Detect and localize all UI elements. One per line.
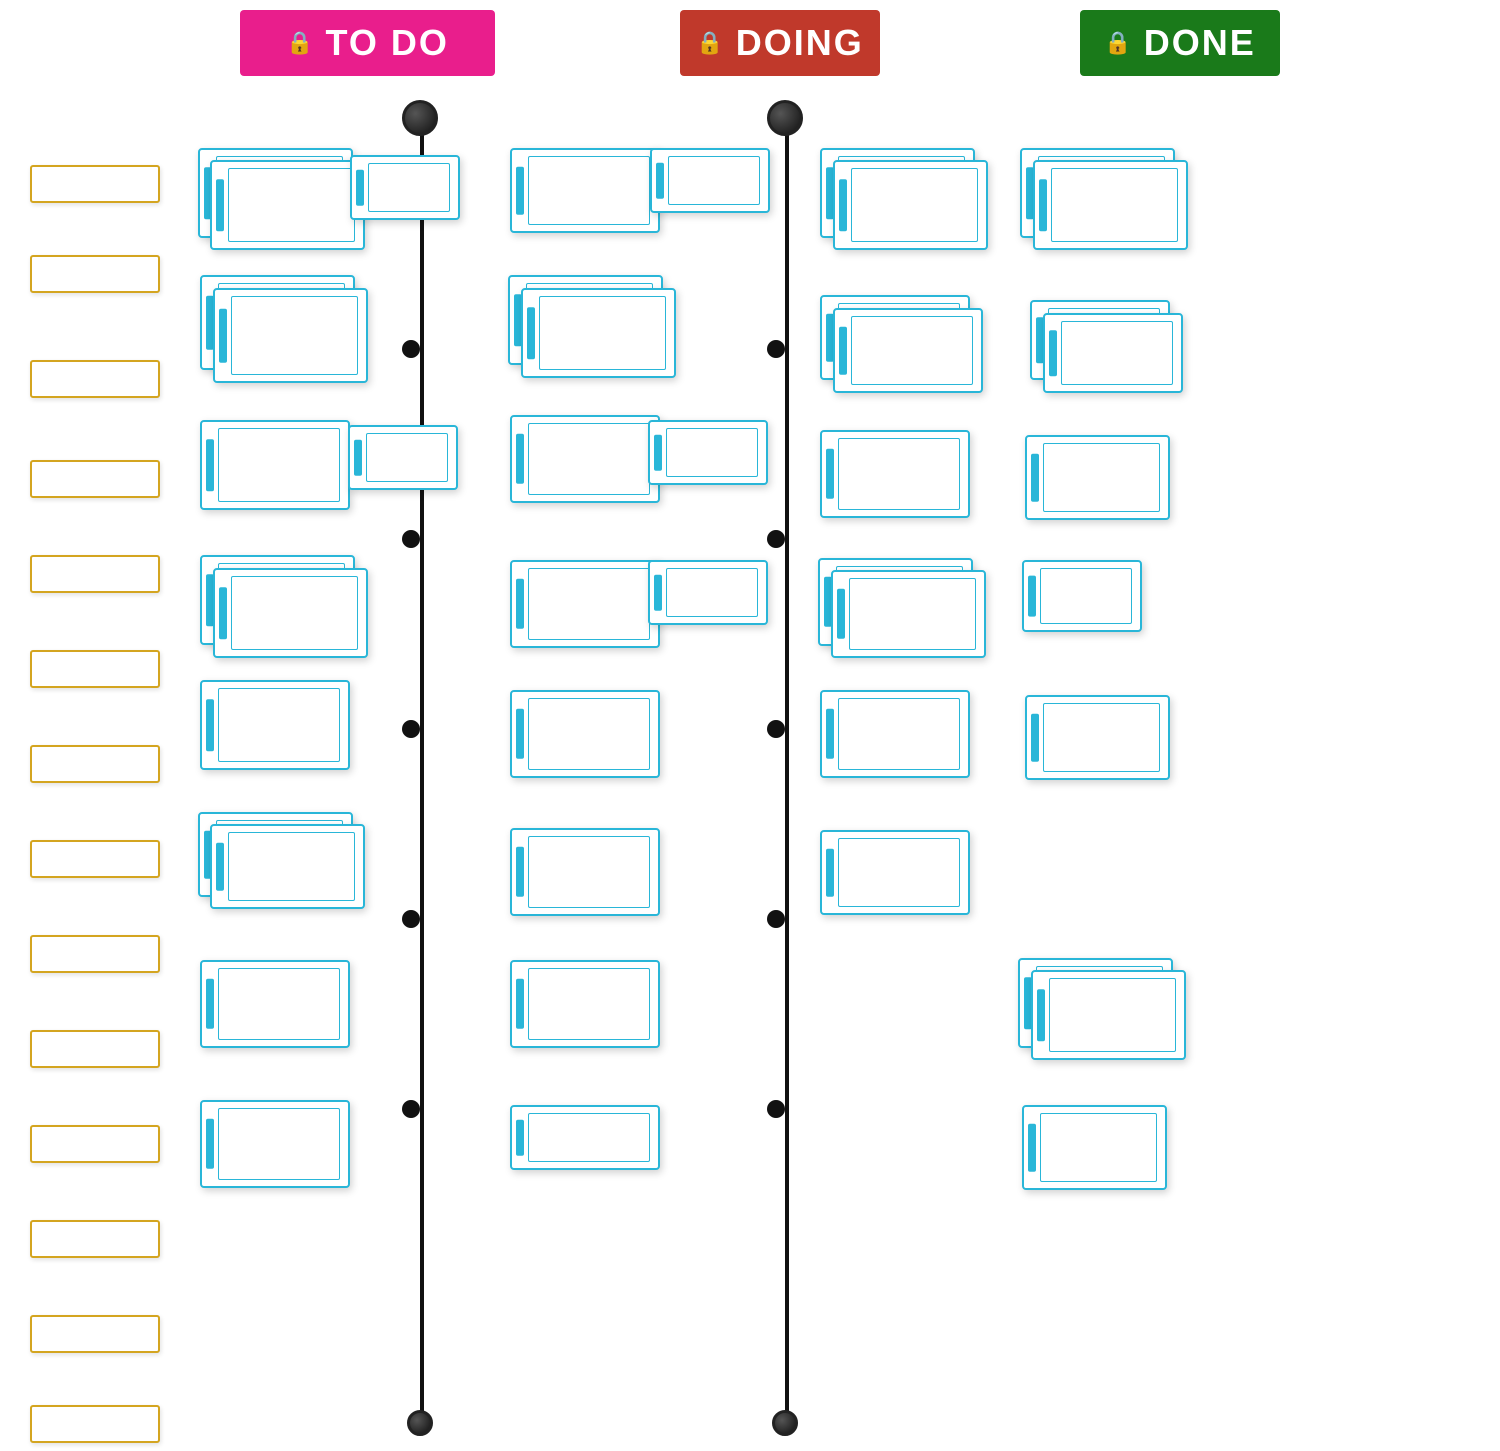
- label-card-11: [30, 1125, 160, 1163]
- doing-card-7a: [510, 960, 660, 1048]
- todo-card-3b: [348, 425, 458, 490]
- clip-right-5: [767, 1100, 785, 1118]
- done-card-5b: [1025, 695, 1170, 780]
- done-card-7b: [1031, 970, 1186, 1060]
- todo-card-4b: [213, 568, 368, 658]
- done-card-4c: [1022, 560, 1142, 632]
- label-card-5: [30, 555, 160, 593]
- suction-bottom-left: [407, 1410, 433, 1436]
- doing-card-6a: [510, 828, 660, 916]
- label-card-1: [30, 165, 160, 203]
- label-card-6: [30, 650, 160, 688]
- label-card-10: [30, 1030, 160, 1068]
- done-card-6a: [820, 830, 970, 915]
- doing-lock-icon: 🔒: [696, 30, 725, 56]
- label-card-4: [30, 460, 160, 498]
- doing-card-8a: [510, 1105, 660, 1170]
- clip-left-2: [402, 530, 420, 548]
- label-card-13: [30, 1315, 160, 1353]
- done-card-5a: [820, 690, 970, 778]
- done-label: DONE: [1144, 22, 1256, 64]
- suction-top-right: [767, 100, 803, 136]
- label-card-14: [30, 1405, 160, 1443]
- rope-left: [420, 120, 424, 1430]
- suction-bottom-right: [772, 1410, 798, 1436]
- suction-top-left: [402, 100, 438, 136]
- todo-lock-icon: 🔒: [286, 30, 315, 56]
- doing-card-2b: [521, 288, 676, 378]
- clip-left-1: [402, 340, 420, 358]
- clip-right-1: [767, 340, 785, 358]
- done-header: 🔒 DONE: [1080, 10, 1280, 76]
- todo-card-3a: [200, 420, 350, 510]
- todo-label: TO DO: [326, 22, 449, 64]
- doing-card-5a: [510, 690, 660, 778]
- label-card-2: [30, 255, 160, 293]
- done-card-3b: [1025, 435, 1170, 520]
- clip-left-3: [402, 720, 420, 738]
- label-card-3: [30, 360, 160, 398]
- label-card-9: [30, 935, 160, 973]
- doing-header: 🔒 DOING: [680, 10, 880, 76]
- doing-card-1a: [510, 148, 660, 233]
- todo-card-1b: [210, 160, 365, 250]
- label-card-8: [30, 840, 160, 878]
- clip-left-4: [402, 910, 420, 928]
- doing-card-3b: [648, 420, 768, 485]
- doing-card-3a: [510, 415, 660, 503]
- doing-label: DOING: [736, 22, 864, 64]
- label-card-7: [30, 745, 160, 783]
- done-card-2b: [833, 308, 983, 393]
- todo-card-1c: [350, 155, 460, 220]
- doing-card-4a: [510, 560, 660, 648]
- todo-card-6b: [210, 824, 365, 909]
- todo-card-5a: [200, 680, 350, 770]
- done-card-3a: [820, 430, 970, 518]
- done-card-4b: [831, 570, 986, 658]
- todo-header: 🔒 TO DO: [240, 10, 495, 76]
- clip-right-3: [767, 720, 785, 738]
- label-card-12: [30, 1220, 160, 1258]
- done-card-8a: [1022, 1105, 1167, 1190]
- done-card-1d: [1033, 160, 1188, 250]
- done-card-2d: [1043, 313, 1183, 393]
- done-card-1b: [833, 160, 988, 250]
- rope-right: [785, 120, 789, 1430]
- doing-card-4b: [648, 560, 768, 625]
- clip-right-4: [767, 910, 785, 928]
- doing-card-1b: [650, 148, 770, 213]
- clip-right-2: [767, 530, 785, 548]
- todo-card-7a: [200, 960, 350, 1048]
- todo-card-2b: [213, 288, 368, 383]
- todo-card-8a: [200, 1100, 350, 1188]
- done-lock-icon: 🔒: [1104, 30, 1133, 56]
- clip-left-5: [402, 1100, 420, 1118]
